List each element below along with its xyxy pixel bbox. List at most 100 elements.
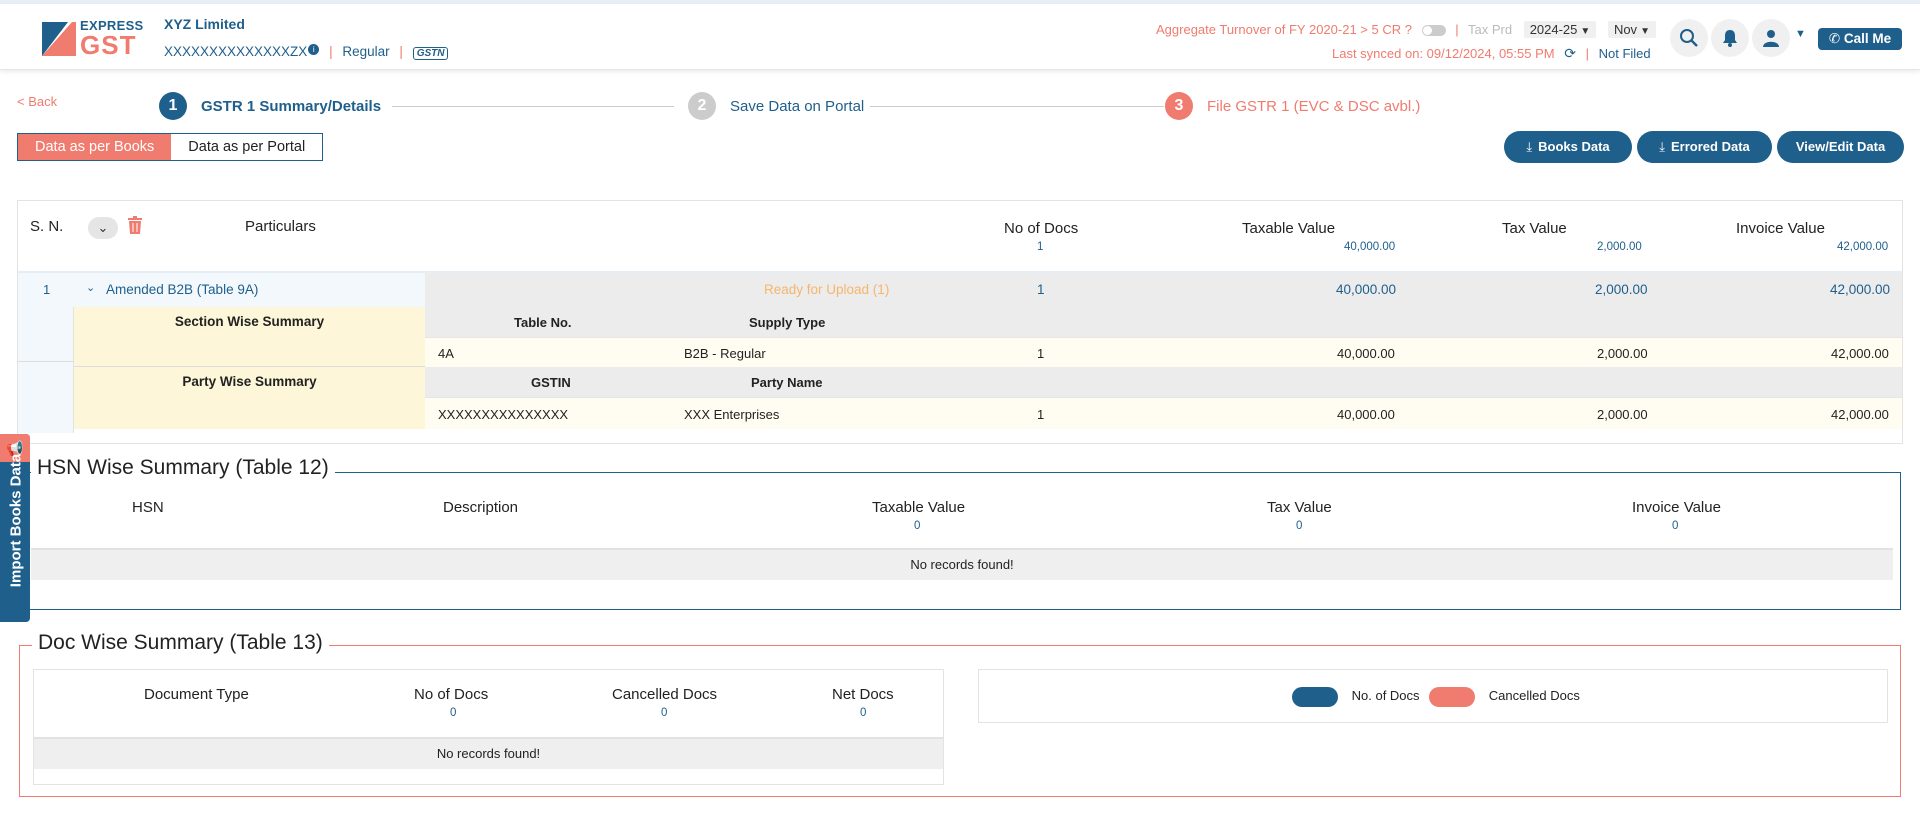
step-1-label: GSTR 1 Summary/Details (201, 97, 382, 115)
step-3[interactable]: 3 File GSTR 1 (EVC & DSC avbl.) (1165, 92, 1420, 120)
doc-section-title: Doc Wise Summary (Table 13) (32, 631, 329, 655)
hsn-summary-section: HSN Wise Summary (Table 12) HSN Descript… (25, 456, 1901, 610)
legend-swatch-cancelled[interactable] (1429, 687, 1476, 707)
call-me-button[interactable]: ✆ Call Me (1818, 28, 1902, 50)
taxpayer-type: Regular (342, 44, 390, 59)
col-table-no: Table No. (514, 315, 572, 330)
import-books-data-label: Import Books Data (7, 453, 25, 588)
row-value-cell (425, 273, 1902, 307)
errored-data-label: Errored Data (1671, 139, 1750, 154)
search-icon (1680, 29, 1698, 47)
total-taxable-value: 40,000.00 (1344, 241, 1396, 253)
col-hsn-invoice-value: Invoice Value (1632, 499, 1721, 516)
chevron-down-icon[interactable]: ▼ (1795, 28, 1806, 40)
tab-portal-data[interactable]: Data as per Portal (171, 134, 323, 160)
chevron-down-icon[interactable]: ⌄ (86, 281, 95, 294)
data-source-toggle: Data as per Books Data as per Portal (17, 133, 324, 161)
divider: | (1455, 22, 1459, 37)
row-label[interactable]: Amended B2B (Table 9A) (106, 282, 258, 297)
app-header: EXPRESS GST XYZ Limited XXXXXXXXXXXXXXZX… (0, 4, 1920, 70)
total-invoice-value: 42,000.00 (1837, 241, 1889, 253)
col-doc-no-of-docs: No of Docs (414, 686, 489, 703)
notifications-button[interactable] (1711, 19, 1749, 57)
legend-swatch-docs[interactable] (1292, 687, 1338, 707)
back-link[interactable]: < Back (17, 94, 57, 109)
table-row[interactable]: 1 ⌄ Amended B2B (Table 9A) Ready for Upl… (18, 273, 1902, 307)
refresh-icon[interactable]: ⟳ (1564, 45, 1576, 61)
step-2-label: Save Data on Portal (730, 97, 865, 115)
table-row[interactable]: XXXXXXXXXXXXXXX XXX Enterprises 1 40,000… (425, 397, 1902, 429)
party-tax-value: 2,000.00 (1597, 407, 1648, 422)
view-edit-data-button[interactable]: View/Edit Data (1777, 131, 1904, 163)
user-icon (1763, 30, 1779, 47)
status-badge: Ready for Upload (1) (764, 282, 890, 297)
section-taxable-value: 40,000.00 (1337, 346, 1395, 361)
section-wise-label-cell: Section Wise Summary (74, 307, 425, 367)
row-sn: 1 (43, 282, 51, 297)
col-net-docs: Net Docs (832, 686, 894, 703)
hsn-total-taxable-value: 0 (914, 520, 921, 532)
step-2-number: 2 (688, 92, 716, 120)
aggregate-toggle[interactable] (1421, 25, 1446, 37)
doc-total-cancelled-docs: 0 (661, 707, 668, 719)
col-invoice-value: Invoice Value (1736, 220, 1825, 237)
section-wise-title: Section Wise Summary (174, 314, 325, 329)
row-invoice-value: 42,000.00 (1830, 282, 1891, 297)
divider (18, 361, 74, 362)
step-2[interactable]: 2 Save Data on Portal (688, 92, 864, 120)
brand-logo[interactable]: EXPRESS GST (42, 16, 143, 60)
expand-all-button[interactable]: ⌄ (88, 217, 118, 239)
bell-icon (1723, 30, 1737, 47)
filing-status: Not Filed (1598, 46, 1651, 61)
divider: | (1585, 46, 1589, 61)
doc-chart: No. of Docs Cancelled Docs (978, 669, 1888, 723)
col-no-of-docs: No of Docs (1004, 220, 1079, 237)
tab-books-data[interactable]: Data as per Books (18, 134, 172, 160)
chart-legend: No. of Docs Cancelled Docs (1292, 687, 1580, 707)
chevron-down-icon: ▼ (1640, 26, 1650, 37)
books-data-label: Books Data (1538, 139, 1610, 154)
tax-period-label: Tax Prd (1467, 22, 1513, 37)
section-no-of-docs: 1 (1037, 346, 1045, 361)
col-party-name: Party Name (751, 375, 823, 390)
info-icon[interactable]: i (308, 44, 320, 55)
step-connector (870, 106, 1164, 107)
chevron-down-icon: ▼ (1580, 26, 1591, 37)
hsn-empty-state: No records found! (31, 548, 1893, 580)
legend-label-cancelled: Cancelled Docs (1488, 688, 1580, 704)
party-gstin: XXXXXXXXXXXXXXX (438, 407, 569, 422)
row-taxable-value: 40,000.00 (1336, 282, 1397, 297)
month-select[interactable]: Nov ▼ (1607, 21, 1656, 38)
col-hsn-taxable-value: Taxable Value (872, 499, 966, 516)
col-tax-value: Tax Value (1502, 220, 1567, 237)
col-hsn: HSN (132, 499, 164, 516)
double-chevron-down-icon: ⌄ (97, 220, 109, 235)
step-3-label: File GSTR 1 (EVC & DSC avbl.) (1207, 97, 1421, 115)
step-1[interactable]: 1 GSTR 1 Summary/Details (159, 92, 381, 120)
year-select[interactable]: 2024-25 ▼ (1523, 21, 1597, 38)
download-icon: ⤓ (1526, 139, 1533, 154)
party-wise-header: GSTIN Party Name (425, 367, 1902, 397)
aggregate-label: Aggregate Turnover of FY 2020-21 > 5 CR … (1156, 22, 1412, 37)
user-menu-button[interactable] (1752, 19, 1790, 57)
doc-total-net-docs: 0 (860, 707, 867, 719)
hsn-section-title: HSN Wise Summary (Table 12) (31, 456, 335, 480)
gstn-logo-icon[interactable]: GSTN (412, 47, 449, 60)
total-tax-value: 2,000.00 (1597, 241, 1642, 253)
last-synced: Last synced on: 09/12/2024, 05:55 PM (1332, 46, 1555, 61)
table-row[interactable]: 4A B2B - Regular 1 40,000.00 2,000.00 42… (425, 337, 1902, 367)
books-data-download-button[interactable]: ⤓ Books Data (1504, 131, 1632, 163)
logo-text-gst: GST (80, 30, 137, 60)
step-connector (392, 106, 674, 107)
party-wise-title: Party Wise Summary (182, 374, 317, 389)
step-1-number: 1 (159, 92, 187, 120)
doc-summary-section: Doc Wise Summary (Table 13) Document Typ… (19, 631, 1901, 797)
sync-status: Last synced on: 09/12/2024, 05:55 PM ⟳ |… (1332, 45, 1651, 62)
hsn-total-invoice-value: 0 (1672, 520, 1679, 532)
errored-data-download-button[interactable]: ⤓ Errored Data (1637, 131, 1772, 163)
col-cancelled-docs: Cancelled Docs (612, 686, 718, 703)
trash-icon (128, 216, 142, 234)
delete-all-button[interactable] (127, 216, 143, 239)
search-button[interactable] (1670, 19, 1708, 57)
party-name: XXX Enterprises (684, 407, 780, 422)
